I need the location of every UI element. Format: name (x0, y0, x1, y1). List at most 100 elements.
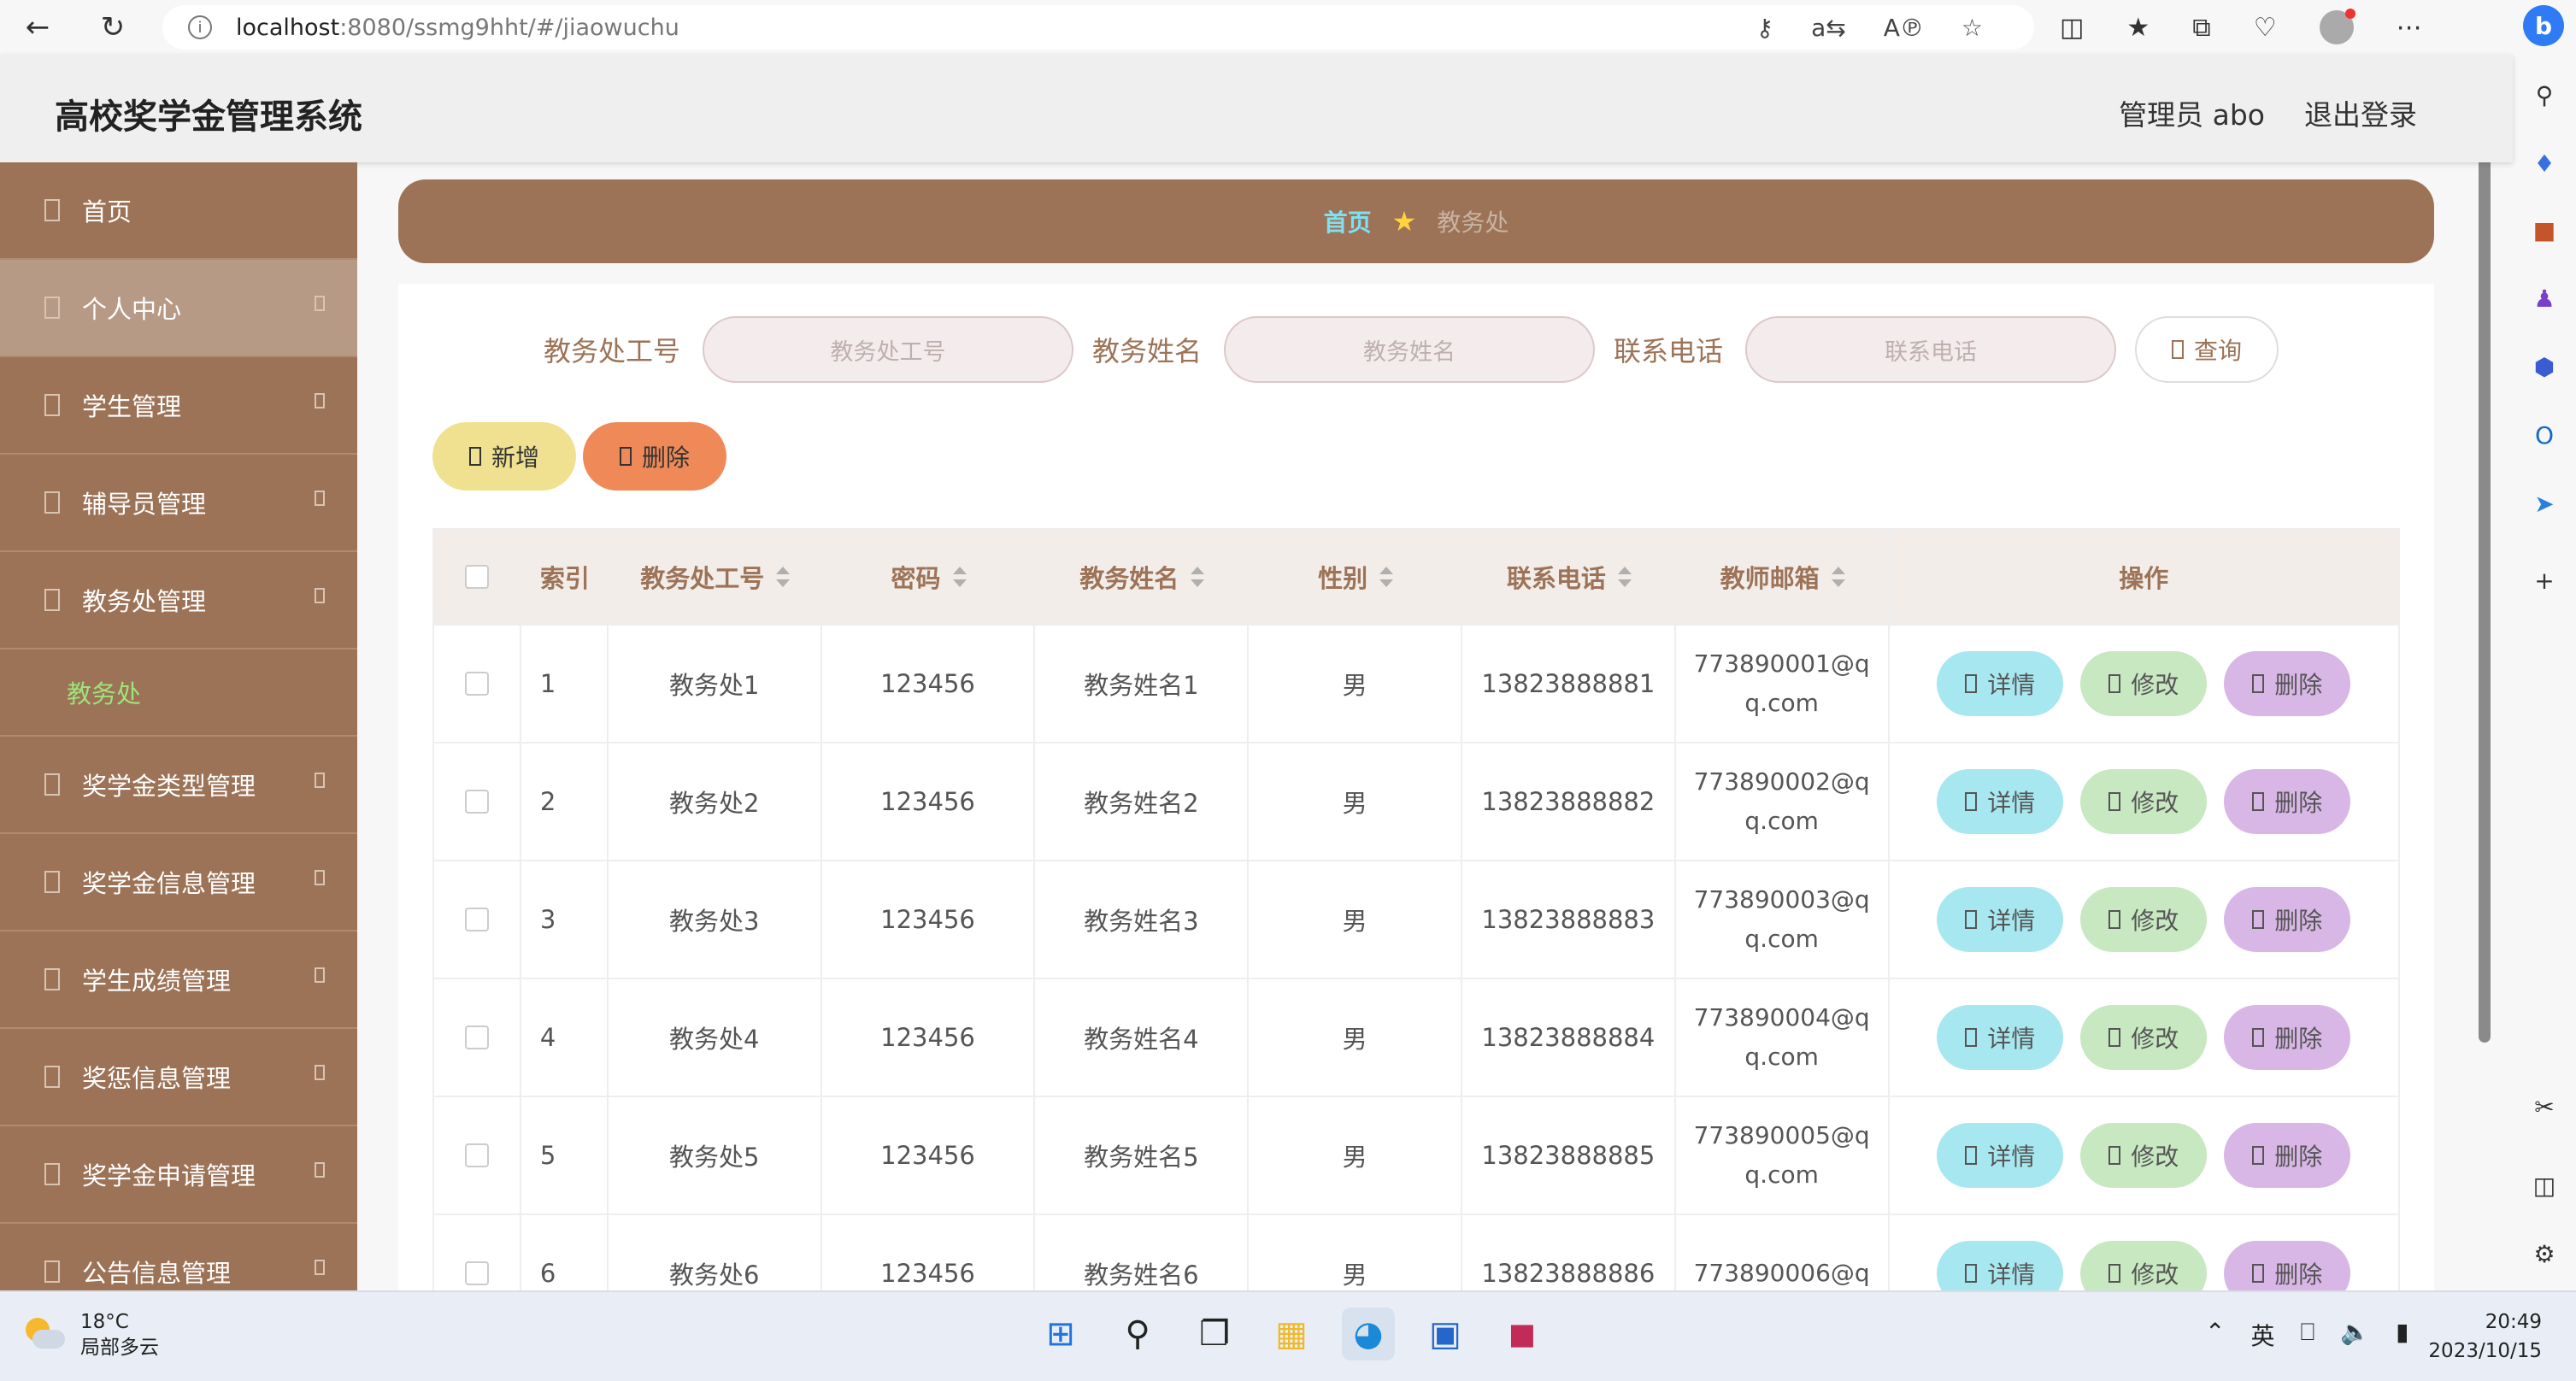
games-icon[interactable]: ♟ (2528, 282, 2561, 314)
sidebar-item-rewards[interactable]: 奖惩信息管理 (0, 1029, 357, 1126)
collections-icon[interactable]: ⧉ (2192, 13, 2210, 43)
batch-delete-button[interactable]: 删除 (583, 422, 726, 491)
clock[interactable]: 20:49 2023/10/15 (2428, 1308, 2542, 1366)
windows-start-icon[interactable]: ⊞ (1034, 1308, 1087, 1360)
address-bar[interactable]: i localhost:8080/ssmg9hht/#/jiaowuchu ⚷ … (162, 5, 2034, 50)
outlook-icon[interactable]: O (2528, 419, 2561, 451)
delete-button[interactable]: 删除 (2224, 887, 2351, 952)
row-checkbox[interactable] (464, 1143, 489, 1167)
settings-gear-icon[interactable]: ⚙ (2528, 1237, 2561, 1270)
sort-icon[interactable] (776, 567, 791, 587)
sidebar-item-academic-affairs[interactable]: 教务处管理 (0, 552, 357, 649)
page-scrollbar[interactable] (2479, 111, 2491, 1043)
delete-icon (619, 447, 632, 466)
translate-icon[interactable]: a⇆ (1811, 14, 1846, 42)
sidebar-toggle-icon[interactable]: ◫ (2528, 1169, 2561, 1202)
sidebar-item-scholarship-info[interactable]: 奖学金信息管理 (0, 834, 357, 931)
header-gender[interactable]: 性别 (1249, 530, 1462, 624)
row-checkbox[interactable] (464, 790, 489, 814)
detail-button[interactable]: 详情 (1937, 1123, 2064, 1188)
row-checkbox[interactable] (464, 672, 489, 696)
favorite-star-icon[interactable]: ☆ (1961, 14, 1983, 42)
info-icon[interactable]: i (188, 15, 212, 39)
row-checkbox[interactable] (464, 908, 489, 931)
intellij-icon[interactable]: ◼ (1496, 1308, 1549, 1360)
search-icon[interactable]: ⚲ (1111, 1308, 1164, 1360)
read-aloud-icon[interactable]: A℗ (1884, 14, 1924, 42)
sidebar-item-profile[interactable]: 个人中心 (0, 260, 357, 357)
search-icon[interactable]: ⚲ (2528, 79, 2561, 111)
sort-icon[interactable] (1191, 567, 1205, 587)
cell-email: 773890005@q q.com (1676, 1097, 1890, 1214)
refresh-icon[interactable]: ↻ (92, 7, 133, 48)
header-password[interactable]: 密码 (822, 530, 1036, 624)
delete-button[interactable]: 删除 (2224, 651, 2351, 716)
add-button[interactable]: 新增 (432, 422, 576, 491)
main-content: 教务处工号 教务处工号 教务姓名 教务姓名 联系电话 联系电话 查询 新增 删除… (398, 284, 2434, 1335)
add-icon[interactable]: + (2528, 564, 2561, 596)
chevron-up-icon[interactable]: ⌃ (2205, 1318, 2225, 1352)
header-id[interactable]: 教务处工号 (609, 530, 822, 624)
query-button[interactable]: 查询 (2135, 316, 2279, 383)
header-email[interactable]: 教师邮箱 (1676, 530, 1890, 624)
screenshot-icon[interactable]: ✂ (2528, 1090, 2561, 1123)
heart-icon[interactable]: ♡ (2254, 13, 2277, 43)
detail-button[interactable]: 详情 (1937, 769, 2064, 834)
back-icon[interactable]: ← (17, 7, 58, 48)
store-icon[interactable]: ▣ (1419, 1308, 1472, 1360)
email-line: 773890006@q (1693, 1259, 1870, 1287)
sort-icon[interactable] (1831, 567, 1845, 587)
weather-widget[interactable]: 18°C 局部多云 (22, 1309, 159, 1360)
favorites-icon[interactable]: ★ (2126, 13, 2150, 43)
network-icon[interactable]: ⎕ (2300, 1318, 2314, 1352)
header-phone[interactable]: 联系电话 (1462, 530, 1676, 624)
sort-icon[interactable] (1617, 567, 1632, 587)
avatar[interactable] (2319, 9, 2355, 44)
delete-button[interactable]: 删除 (2224, 1005, 2351, 1070)
search-input-phone[interactable]: 联系电话 (1745, 316, 2117, 383)
edit-button[interactable]: 修改 (2080, 887, 2208, 952)
detail-button[interactable]: 详情 (1937, 887, 2064, 952)
more-icon[interactable]: ⋯ (2397, 13, 2422, 43)
sort-icon[interactable] (952, 567, 967, 587)
logout-button[interactable]: 退出登录 (2304, 92, 2417, 133)
sidebar-item-scholarship-types[interactable]: 奖学金类型管理 (0, 737, 357, 834)
ime-indicator[interactable]: 英 (2250, 1318, 2274, 1352)
delete-button[interactable]: 删除 (2224, 769, 2351, 834)
sidebar-item-grades[interactable]: 学生成绩管理 (0, 931, 357, 1029)
edit-button[interactable]: 修改 (2080, 1123, 2208, 1188)
volume-icon[interactable]: 🔈 (2340, 1318, 2370, 1352)
split-screen-icon[interactable]: ◫ (2060, 13, 2084, 43)
send-icon[interactable]: ➤ (2528, 487, 2561, 520)
search-input-name[interactable]: 教务姓名 (1224, 316, 1596, 383)
sort-icon[interactable] (1379, 567, 1394, 587)
edit-button[interactable]: 修改 (2080, 1005, 2208, 1070)
bing-icon[interactable]: b (2523, 5, 2564, 46)
breadcrumb-home[interactable]: 首页 (1324, 204, 1372, 238)
row-checkbox[interactable] (464, 1261, 489, 1285)
detail-button[interactable]: 详情 (1937, 1005, 2064, 1070)
office-icon[interactable]: ⬢ (2528, 350, 2561, 383)
edit-button[interactable]: 修改 (2080, 651, 2208, 716)
sidebar-subitem-academic-office[interactable]: 教务处 (0, 649, 357, 737)
sidebar-item-home[interactable]: 首页 (0, 162, 357, 260)
row-checkbox[interactable] (464, 1025, 489, 1049)
file-explorer-icon[interactable]: ▦ (1265, 1308, 1318, 1360)
sidebar-item-announcements[interactable]: 公告信息管理 (0, 1224, 357, 1290)
detail-button[interactable]: 详情 (1937, 651, 2064, 716)
key-icon[interactable]: ⚷ (1756, 14, 1774, 42)
edge-browser-icon[interactable]: ◕ (1342, 1308, 1395, 1360)
search-input-id[interactable]: 教务处工号 (703, 316, 1074, 383)
task-view-icon[interactable]: ❐ (1188, 1308, 1241, 1360)
header-name[interactable]: 教务姓名 (1035, 530, 1250, 624)
sidebar-item-counselors[interactable]: 辅导员管理 (0, 455, 357, 552)
tag-icon[interactable]: ♦ (2528, 147, 2561, 179)
toolbox-icon[interactable]: ■ (2528, 214, 2561, 246)
sidebar-item-students[interactable]: 学生管理 (0, 357, 357, 455)
sidebar-item-applications[interactable]: 奖学金申请管理 (0, 1126, 357, 1224)
delete-button[interactable]: 删除 (2224, 1123, 2351, 1188)
select-all-checkbox[interactable] (464, 565, 489, 589)
cell-index: 4 (521, 979, 609, 1096)
edit-button[interactable]: 修改 (2080, 769, 2208, 834)
battery-icon[interactable]: ▮ (2396, 1318, 2408, 1352)
